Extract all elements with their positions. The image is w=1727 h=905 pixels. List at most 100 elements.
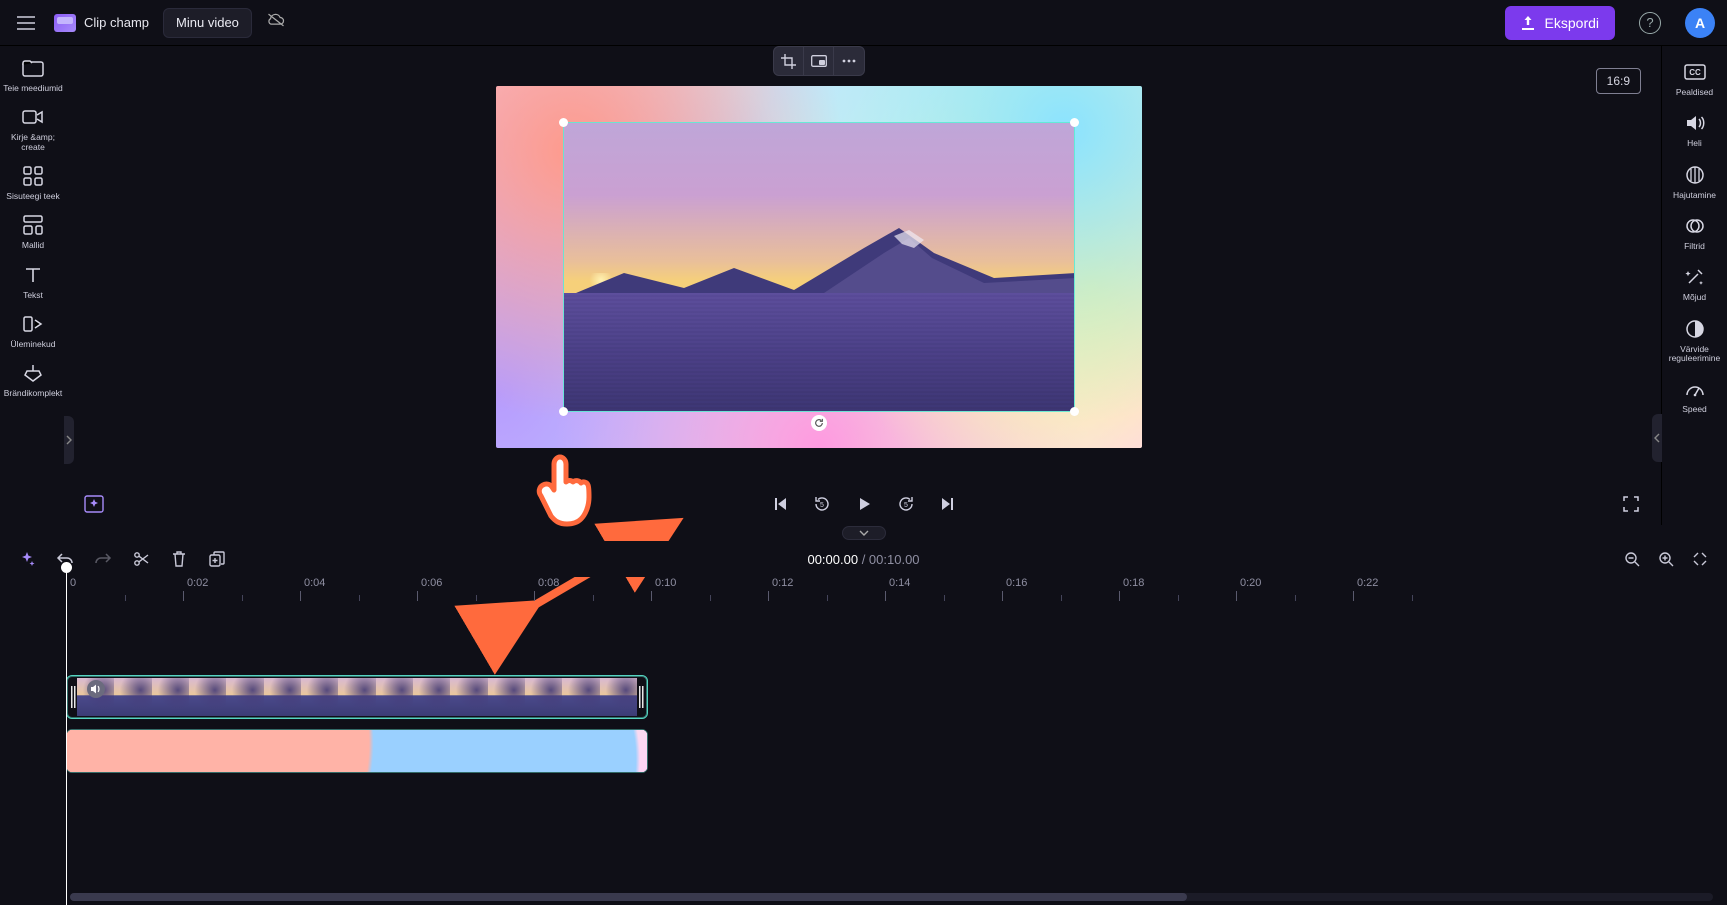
sidebar-item-label: Sisuteegi teek	[6, 192, 59, 201]
sidebar-item-speed[interactable]: Speed	[1665, 377, 1725, 414]
speedometer-icon	[1683, 377, 1707, 401]
ai-suggestions-button[interactable]	[84, 494, 104, 514]
playhead[interactable]	[66, 562, 67, 905]
foreground-clip	[564, 123, 1074, 411]
sidebar-item-effects[interactable]: Mõjud	[1665, 265, 1725, 302]
split-button[interactable]	[130, 548, 152, 570]
seek-forward-button[interactable]: 5	[894, 492, 918, 516]
sidebar-item-fade[interactable]: Hajutamine	[1665, 163, 1725, 200]
sidebar-item-captions[interactable]: CC Pealdised	[1665, 60, 1725, 97]
sidebar-item-audio[interactable]: Heli	[1665, 111, 1725, 148]
sidebar-item-label: Mõjud	[1683, 293, 1706, 302]
dots-icon	[842, 59, 856, 63]
sidebar-item-filters[interactable]: Filtrid	[1665, 214, 1725, 251]
sidebar-item-label: Pealdised	[1676, 88, 1713, 97]
zoom-fit-button[interactable]	[1689, 548, 1711, 570]
sidebar-item-your-media[interactable]: Teie meediumid	[3, 56, 63, 93]
sidebar-item-record-create[interactable]: Kirje &amp; create	[3, 105, 63, 152]
clip-left-trim-handle[interactable]	[69, 678, 77, 716]
scissors-icon	[133, 551, 149, 567]
timeline-zoom-controls	[1621, 548, 1711, 570]
ruler-tick-label: 0:06	[421, 577, 442, 589]
clip-right-trim-handle[interactable]	[637, 678, 645, 716]
skip-back-icon	[772, 496, 788, 512]
audio-icon	[1683, 111, 1707, 135]
left-sidebar: Teie meediumid Kirje &amp; create Sisute…	[0, 46, 66, 525]
avatar-initial: A	[1695, 15, 1705, 31]
timeline-collapse-toggle[interactable]	[0, 525, 1727, 541]
zoom-in-button[interactable]	[1655, 548, 1677, 570]
sidebar-item-label: Filtrid	[1684, 242, 1705, 251]
menu-icon	[17, 16, 35, 30]
sidebar-item-label: Värvide reguleerimine	[1665, 345, 1725, 364]
canvas-area: 16:9	[66, 46, 1661, 525]
resize-handle-bottom-left[interactable]	[559, 407, 568, 416]
track-background-clip[interactable]	[66, 729, 648, 773]
delete-button[interactable]	[168, 548, 190, 570]
crop-button[interactable]	[774, 47, 804, 75]
sidebar-item-content-library[interactable]: Sisuteegi teek	[3, 164, 63, 201]
duplicate-button[interactable]	[206, 548, 228, 570]
track-video-clip[interactable]	[66, 675, 648, 719]
app-logo: Clip champ	[54, 14, 149, 32]
sidebar-item-label: Tekst	[23, 291, 43, 300]
seek-back-button[interactable]: 5	[810, 492, 834, 516]
svg-text:5: 5	[820, 502, 824, 509]
help-button[interactable]: ?	[1639, 12, 1661, 34]
ruler-tick-label: 0:22	[1357, 577, 1378, 589]
project-name-button[interactable]: Minu video	[163, 8, 252, 38]
workspace: Teie meediumid Kirje &amp; create Sisute…	[0, 46, 1727, 525]
sidebar-item-label: Hajutamine	[1673, 191, 1716, 200]
library-icon	[21, 164, 45, 188]
sidebar-item-templates[interactable]: Mallid	[3, 213, 63, 250]
avatar[interactable]: A	[1685, 8, 1715, 38]
pip-button[interactable]	[804, 47, 834, 75]
export-button[interactable]: Ekspordi	[1505, 6, 1615, 40]
sidebar-item-brand-kit[interactable]: Brändikomplekt	[3, 361, 63, 398]
timeline-horizontal-scrollbar[interactable]	[70, 893, 1713, 901]
more-button[interactable]	[834, 47, 864, 75]
timecode: 00:00.00 / 00:10.00	[807, 552, 919, 567]
ruler-tick-label: 0:02	[187, 577, 208, 589]
timecode-current: 00:00.00	[807, 552, 858, 567]
jump-start-button[interactable]	[768, 492, 792, 516]
sparkle-frame-icon	[84, 495, 104, 513]
aspect-ratio-button[interactable]: 16:9	[1596, 68, 1641, 94]
sidebar-item-label: Mallid	[22, 241, 44, 250]
resize-handle-top-left[interactable]	[559, 118, 568, 127]
sidebar-item-text[interactable]: Tekst	[3, 263, 63, 300]
ai-button[interactable]	[16, 548, 38, 570]
selected-clip-frame[interactable]	[563, 122, 1075, 412]
rotate-handle[interactable]	[811, 415, 827, 431]
hamburger-menu-button[interactable]	[12, 9, 40, 37]
ruler-tick-label: 0:20	[1240, 577, 1261, 589]
right-sidebar: CC Pealdised Heli Hajutamine Filtrid Mõj…	[1661, 46, 1727, 525]
skip-forward-icon	[940, 496, 956, 512]
preview-canvas[interactable]	[496, 86, 1142, 448]
cloud-off-icon[interactable]	[266, 12, 286, 33]
ruler-tick-label: 0:04	[304, 577, 325, 589]
timeline-ruler[interactable]: 00:020:040:060:080:100:120:140:160:180:2…	[66, 577, 1711, 605]
media-folder-icon	[21, 56, 45, 80]
jump-end-button[interactable]	[936, 492, 960, 516]
fullscreen-button[interactable]	[1619, 492, 1643, 516]
resize-handle-top-right[interactable]	[1070, 118, 1079, 127]
resize-handle-bottom-right[interactable]	[1070, 407, 1079, 416]
sidebar-item-transitions[interactable]: Üleminekud	[3, 312, 63, 349]
play-button[interactable]	[852, 492, 876, 516]
transitions-icon	[21, 312, 45, 336]
effects-icon	[1683, 265, 1707, 289]
right-drawer-toggle[interactable]	[1652, 414, 1662, 462]
zoom-out-button[interactable]	[1621, 548, 1643, 570]
clip-audio-icon[interactable]	[87, 680, 105, 698]
timeline-tracks	[66, 605, 1711, 773]
captions-icon: CC	[1683, 60, 1707, 84]
topbar: Clip champ Minu video Ekspordi ? A	[0, 0, 1727, 46]
sidebar-item-color-adjust[interactable]: Värvide reguleerimine	[1665, 317, 1725, 364]
svg-text:5: 5	[904, 502, 908, 509]
clip-floating-toolbar	[773, 46, 865, 76]
scrollbar-thumb[interactable]	[70, 893, 1187, 901]
upload-icon	[1521, 16, 1535, 30]
clip-thumbnails	[77, 678, 637, 716]
redo-button[interactable]	[92, 548, 114, 570]
